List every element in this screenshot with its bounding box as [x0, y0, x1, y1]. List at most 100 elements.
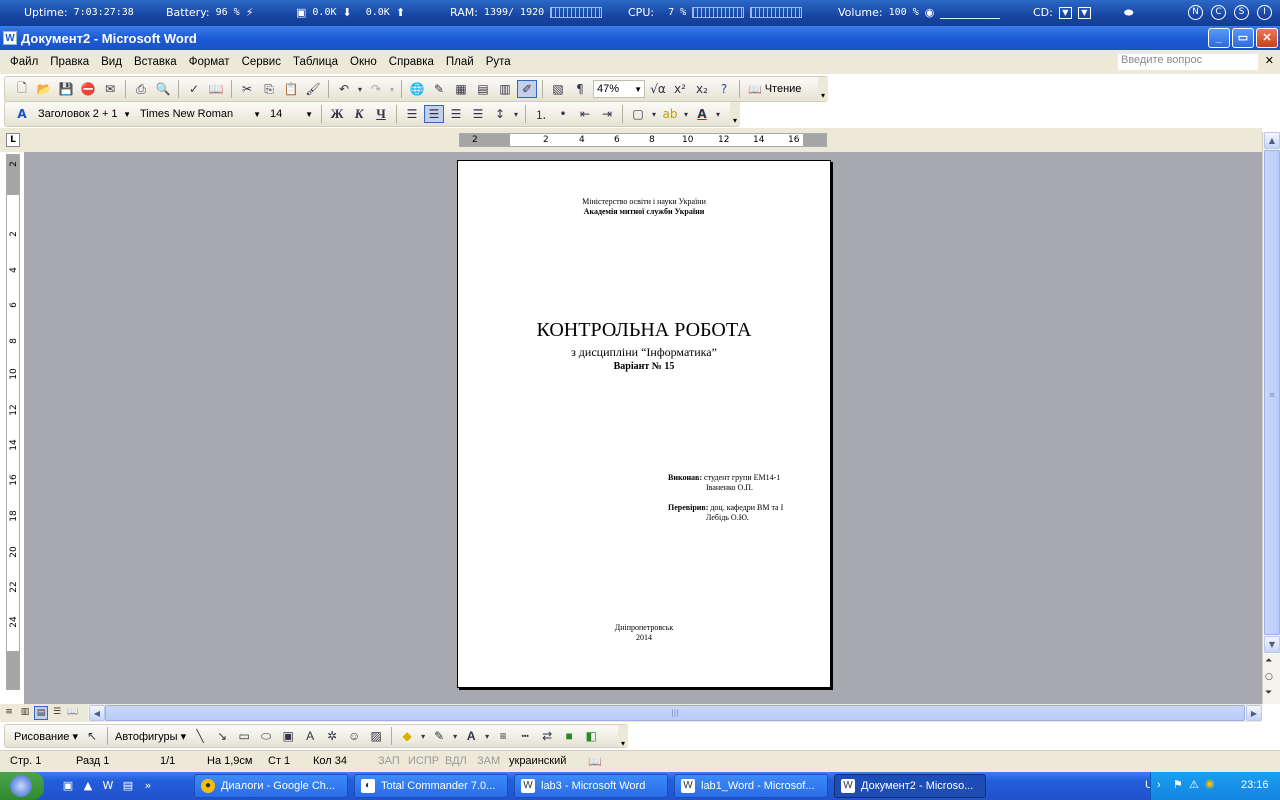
- start-button[interactable]: [0, 772, 44, 800]
- diagram-icon[interactable]: ✲: [322, 727, 342, 745]
- email-icon[interactable]: ✉: [100, 80, 120, 98]
- borders-dropdown-icon[interactable]: ▾: [650, 105, 658, 123]
- menu-window[interactable]: Окно: [344, 56, 383, 68]
- minimize-button[interactable]: _: [1208, 28, 1230, 48]
- font-color-dropdown-icon[interactable]: ▾: [483, 727, 491, 745]
- superscript-icon[interactable]: x²: [670, 80, 690, 98]
- cut-icon[interactable]: ✂: [237, 80, 257, 98]
- status-overtype[interactable]: ЗАМ: [477, 755, 500, 767]
- window-titlebar[interactable]: W Документ2 - Microsoft Word _ ▭ ✕: [0, 26, 1280, 50]
- taskbar-button-chrome[interactable]: ● Диалоги - Google Ch...: [194, 774, 348, 798]
- undo-dropdown-icon[interactable]: ▾: [356, 80, 364, 98]
- document-map-icon[interactable]: ▧: [548, 80, 568, 98]
- drawing-font-color-icon[interactable]: A: [461, 727, 481, 745]
- menu-view[interactable]: Вид: [95, 56, 128, 68]
- vertical-scrollbar[interactable]: ▲ ≡ ▼ ⏶ ○ ⏷: [1262, 132, 1280, 704]
- status-track-changes[interactable]: ИСПР: [408, 755, 439, 767]
- print-icon[interactable]: ⎙: [131, 80, 151, 98]
- highlight-dropdown-icon[interactable]: ▾: [682, 105, 690, 123]
- font-select[interactable]: Times New Roman ▼: [137, 105, 263, 123]
- highlight-icon[interactable]: ab: [660, 105, 680, 123]
- line-color-dropdown-icon[interactable]: ▾: [451, 727, 459, 745]
- toolbar-options-icon[interactable]: ▾: [618, 725, 628, 748]
- dash-style-icon[interactable]: ┅: [515, 727, 535, 745]
- vertical-ruler[interactable]: 2 2 4 6 8 10 12 14 16 18 20 22 24: [6, 154, 20, 690]
- zoom-select[interactable]: 47% ▼: [593, 80, 645, 98]
- 3d-style-icon[interactable]: ◧: [581, 727, 601, 745]
- menu-table[interactable]: Таблица: [287, 56, 344, 68]
- menu-tools[interactable]: Сервис: [236, 56, 287, 68]
- textbox-icon[interactable]: ▣: [278, 727, 298, 745]
- tab-selector[interactable]: L: [6, 133, 20, 147]
- word-quicklaunch-icon[interactable]: W: [100, 778, 116, 794]
- print-layout-icon[interactable]: ▤: [34, 706, 48, 720]
- equation-icon[interactable]: √α: [648, 80, 668, 98]
- redo-dropdown-icon[interactable]: ▾: [388, 80, 396, 98]
- horizontal-scrollbar[interactable]: ◀ ||| ▶: [88, 705, 1262, 721]
- align-right-icon[interactable]: ☰: [446, 105, 466, 123]
- horizontal-ruler[interactable]: 2 2 4 6 8 10 12 14 16: [459, 133, 827, 147]
- drawing-menu-button[interactable]: Рисование ▾: [11, 730, 81, 743]
- increase-indent-icon[interactable]: ⇥: [597, 105, 617, 123]
- permission-icon[interactable]: ⛔: [78, 80, 98, 98]
- decrease-indent-icon[interactable]: ⇤: [575, 105, 595, 123]
- show-desktop-icon[interactable]: ▣: [60, 778, 76, 794]
- borders-icon[interactable]: ▢: [628, 105, 648, 123]
- bullets-icon[interactable]: •: [553, 105, 573, 123]
- line-style-icon[interactable]: ≡: [493, 727, 513, 745]
- line-spacing-dropdown-icon[interactable]: ▾: [512, 105, 520, 123]
- toolbar-options-icon[interactable]: ▾: [818, 77, 828, 101]
- clipart-icon[interactable]: ☺: [344, 727, 364, 745]
- menu-file[interactable]: Файл: [4, 56, 44, 68]
- spelling-status-icon[interactable]: 📖: [588, 755, 602, 768]
- select-objects-icon[interactable]: ↖: [82, 727, 102, 745]
- columns-icon[interactable]: ▥: [495, 80, 515, 98]
- help-icon[interactable]: ?: [714, 80, 734, 98]
- web-view-icon[interactable]: ▥: [18, 706, 32, 720]
- taskbar-button-total-commander[interactable]: ◐ Total Commander 7.0...: [354, 774, 508, 798]
- reading-layout-button[interactable]: 📖 Чтение: [744, 83, 805, 96]
- spelling-icon[interactable]: ✓: [184, 80, 204, 98]
- scroll-up-button[interactable]: ▲: [1264, 132, 1280, 149]
- menu-plai[interactable]: Плай: [440, 56, 480, 68]
- toolbar-options-icon[interactable]: ▾: [730, 102, 740, 126]
- taskbar-button-lab1[interactable]: W lab1_Word - Microsof...: [674, 774, 828, 798]
- menu-help[interactable]: Справка: [383, 56, 440, 68]
- research-icon[interactable]: 📖: [206, 80, 226, 98]
- scroll-left-button[interactable]: ◀: [89, 705, 105, 721]
- speaker-icon[interactable]: ◉: [925, 6, 935, 19]
- close-document-icon[interactable]: ✕: [1265, 54, 1274, 67]
- taskbar-button-lab3[interactable]: W lab3 - Microsoft Word: [514, 774, 668, 798]
- styles-formatting-icon[interactable]: A: [12, 105, 32, 123]
- new-document-icon[interactable]: 🗋: [12, 80, 32, 98]
- wordart-icon[interactable]: A: [300, 727, 320, 745]
- save-icon[interactable]: 💾: [56, 80, 76, 98]
- select-browse-object-icon[interactable]: ○: [1265, 672, 1273, 682]
- align-center-icon[interactable]: ☰: [424, 105, 444, 123]
- drive-quicklaunch-icon[interactable]: ▲: [80, 778, 96, 794]
- autoshapes-menu-button[interactable]: Автофигуры ▾: [112, 730, 189, 743]
- font-color-dropdown-icon[interactable]: ▾: [714, 105, 722, 123]
- status-record[interactable]: ЗАП: [378, 755, 400, 767]
- menu-ruta[interactable]: Рута: [480, 56, 517, 68]
- close-button[interactable]: ✕: [1256, 28, 1278, 48]
- scroll-right-button[interactable]: ▶: [1246, 705, 1262, 721]
- insert-table-icon[interactable]: ▦: [451, 80, 471, 98]
- bold-button[interactable]: Ж: [327, 105, 347, 123]
- copy-icon[interactable]: ⎘: [259, 80, 279, 98]
- close-tray-icon[interactable]: ▼: [1077, 6, 1091, 19]
- horizontal-scroll-thumb[interactable]: |||: [105, 705, 1245, 721]
- insert-excel-icon[interactable]: ▤: [473, 80, 493, 98]
- document-area[interactable]: Міністерство освіти і науки України Акад…: [24, 152, 1262, 704]
- next-page-icon[interactable]: ⏷: [1265, 688, 1272, 698]
- line-spacing-icon[interactable]: ↕: [490, 105, 510, 123]
- font-color-icon[interactable]: A: [692, 105, 712, 123]
- italic-button[interactable]: К: [349, 105, 369, 123]
- volume-slider[interactable]: [940, 7, 1001, 19]
- network-tray-icon[interactable]: ⚑: [1173, 778, 1183, 791]
- office-quicklaunch-icon[interactable]: ▤: [120, 778, 136, 794]
- print-preview-icon[interactable]: 🔍: [153, 80, 173, 98]
- undo-icon[interactable]: ↶: [334, 80, 354, 98]
- app-tray-icon[interactable]: ◉: [1205, 777, 1215, 790]
- align-left-icon[interactable]: ☰: [402, 105, 422, 123]
